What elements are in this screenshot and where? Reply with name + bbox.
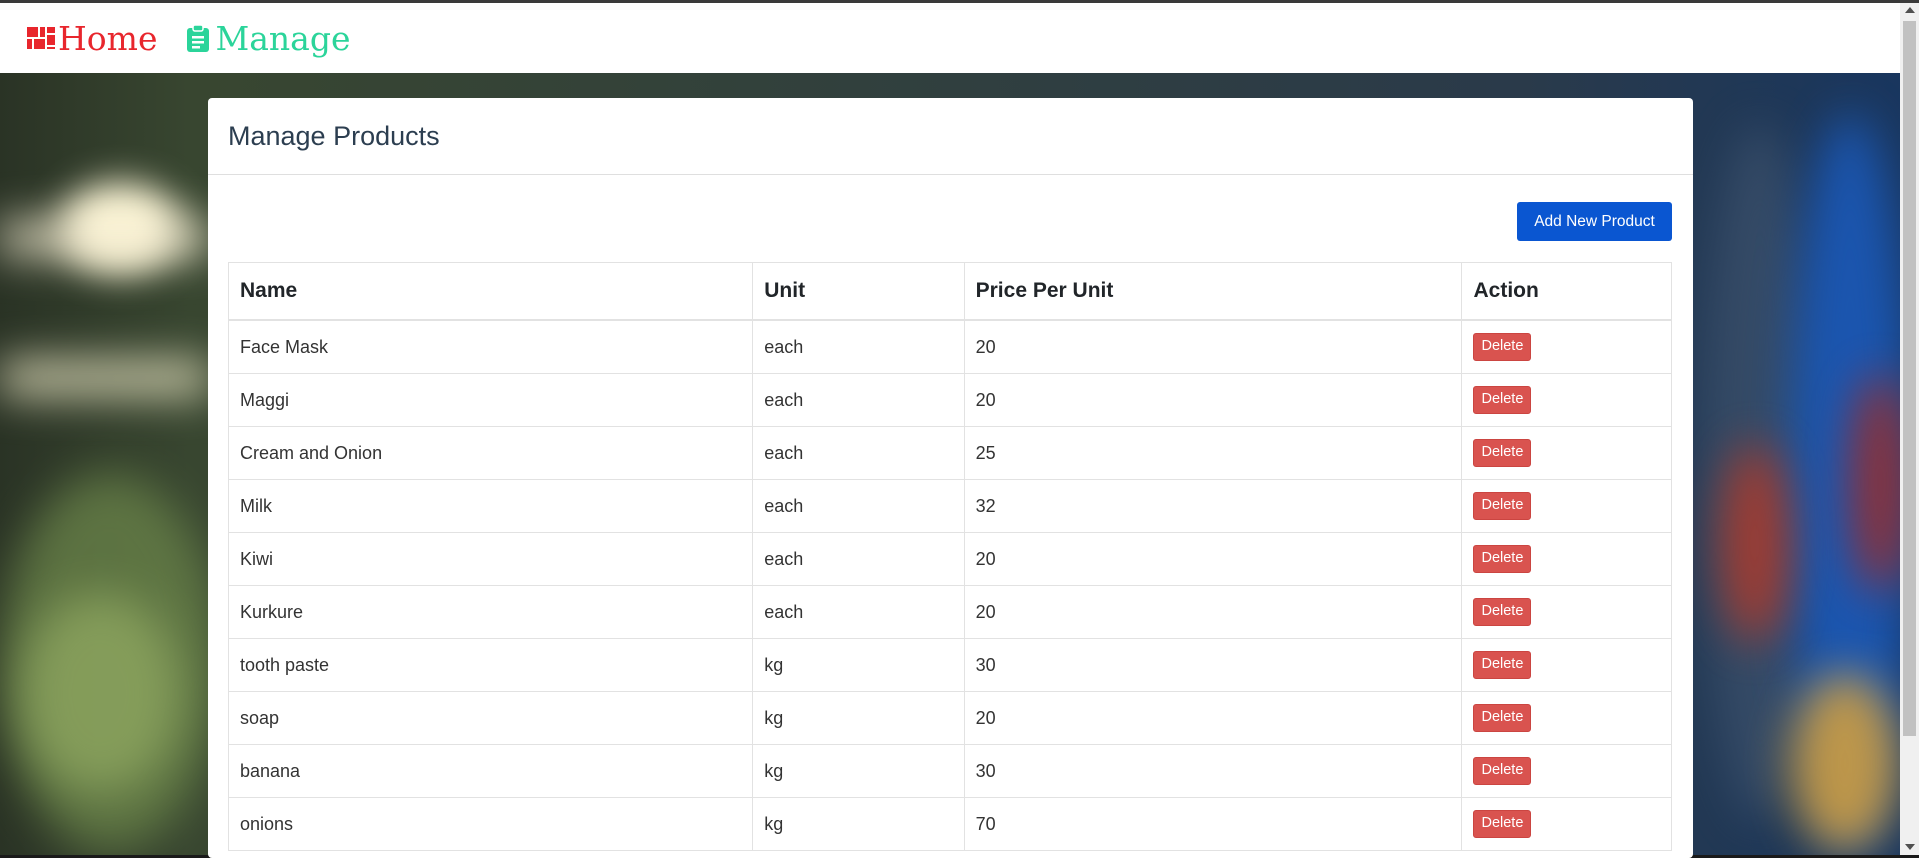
cell-name: tooth paste [227, 638, 754, 692]
column-header-name: Name [227, 262, 754, 321]
delete-button[interactable]: Delete [1473, 651, 1532, 679]
cell-price: 20 [963, 373, 1463, 427]
cell-unit: kg [752, 638, 965, 692]
scrollbar-thumb[interactable] [1903, 21, 1916, 736]
cell-action: Delete [1461, 638, 1672, 692]
cell-name: banana [227, 744, 754, 798]
cell-name: Maggi [227, 373, 754, 427]
table-row: Kiwi each 20 Delete [227, 532, 1672, 586]
cell-price: 70 [963, 797, 1463, 851]
delete-button[interactable]: Delete [1473, 704, 1532, 732]
clipboard-icon [187, 24, 210, 52]
delete-button[interactable]: Delete [1473, 439, 1532, 467]
scroll-up-arrow-icon[interactable] [1905, 7, 1915, 13]
card-header: Manage Products [208, 98, 1693, 175]
nav-manage-label: Manage [215, 18, 351, 58]
cell-action: Delete [1461, 744, 1672, 798]
column-header-price: Price Per Unit [963, 262, 1463, 321]
cell-unit: each [752, 319, 965, 374]
table-row: Face Mask each 20 Delete [227, 319, 1672, 374]
cell-price: 20 [963, 691, 1463, 745]
cell-action: Delete [1461, 426, 1672, 480]
table-row: Milk each 32 Delete [227, 479, 1672, 533]
cell-name: Kurkure [227, 585, 754, 639]
nav-home-link[interactable]: Home [26, 19, 157, 58]
cell-action: Delete [1461, 479, 1672, 533]
top-navbar: Home Manage [0, 3, 1900, 73]
cell-price: 30 [963, 744, 1463, 798]
cell-unit: each [752, 479, 965, 533]
cell-price: 30 [963, 638, 1463, 692]
cell-unit: each [752, 373, 965, 427]
add-new-product-button[interactable]: Add New Product [1517, 202, 1672, 241]
table-row: soap kg 20 Delete [227, 691, 1672, 745]
dashboard-icon [27, 27, 55, 49]
delete-button[interactable]: Delete [1473, 333, 1532, 361]
cell-unit: each [752, 532, 965, 586]
delete-button[interactable]: Delete [1473, 810, 1532, 838]
delete-button[interactable]: Delete [1473, 598, 1532, 626]
cell-action: Delete [1461, 585, 1672, 639]
scroll-down-arrow-icon[interactable] [1905, 844, 1915, 850]
cell-action: Delete [1461, 373, 1672, 427]
nav-home-label: Home [58, 18, 158, 58]
cell-name: Kiwi [227, 532, 754, 586]
cell-name: onions [227, 797, 754, 851]
vertical-scrollbar[interactable] [1900, 3, 1919, 855]
cell-price: 20 [963, 532, 1463, 586]
nav-manage-link[interactable]: Manage [183, 18, 351, 58]
delete-button[interactable]: Delete [1473, 492, 1532, 520]
products-table: Name Unit Price Per Unit Action Face Mas… [227, 262, 1672, 851]
table-row: banana kg 30 Delete [227, 744, 1672, 798]
column-header-unit: Unit [752, 262, 965, 321]
cell-price: 20 [963, 319, 1463, 374]
cell-name: Face Mask [227, 319, 754, 374]
cell-price: 32 [963, 479, 1463, 533]
cell-action: Delete [1461, 319, 1672, 374]
cell-action: Delete [1461, 691, 1672, 745]
table-header-row: Name Unit Price Per Unit Action [227, 262, 1672, 321]
cell-action: Delete [1461, 797, 1672, 851]
cell-name: Milk [227, 479, 754, 533]
table-row: Cream and Onion each 25 Delete [227, 426, 1672, 480]
cell-unit: each [752, 585, 965, 639]
table-row: Kurkure each 20 Delete [227, 585, 1672, 639]
cell-name: soap [227, 691, 754, 745]
cell-unit: kg [752, 797, 965, 851]
cell-price: 20 [963, 585, 1463, 639]
delete-button[interactable]: Delete [1473, 386, 1532, 414]
cell-action: Delete [1461, 532, 1672, 586]
cell-name: Cream and Onion [227, 426, 754, 480]
column-header-action: Action [1461, 262, 1672, 321]
cell-unit: each [752, 426, 965, 480]
page-title: Manage Products [228, 120, 440, 151]
table-row: onions kg 70 Delete [227, 797, 1672, 851]
table-row: Maggi each 20 Delete [227, 373, 1672, 427]
table-row: tooth paste kg 30 Delete [227, 638, 1672, 692]
delete-button[interactable]: Delete [1473, 757, 1532, 785]
cell-price: 25 [963, 426, 1463, 480]
cell-unit: kg [752, 691, 965, 745]
cell-unit: kg [752, 744, 965, 798]
delete-button[interactable]: Delete [1473, 545, 1532, 573]
manage-products-card: Manage Products Add New Product Name Uni… [208, 98, 1693, 858]
